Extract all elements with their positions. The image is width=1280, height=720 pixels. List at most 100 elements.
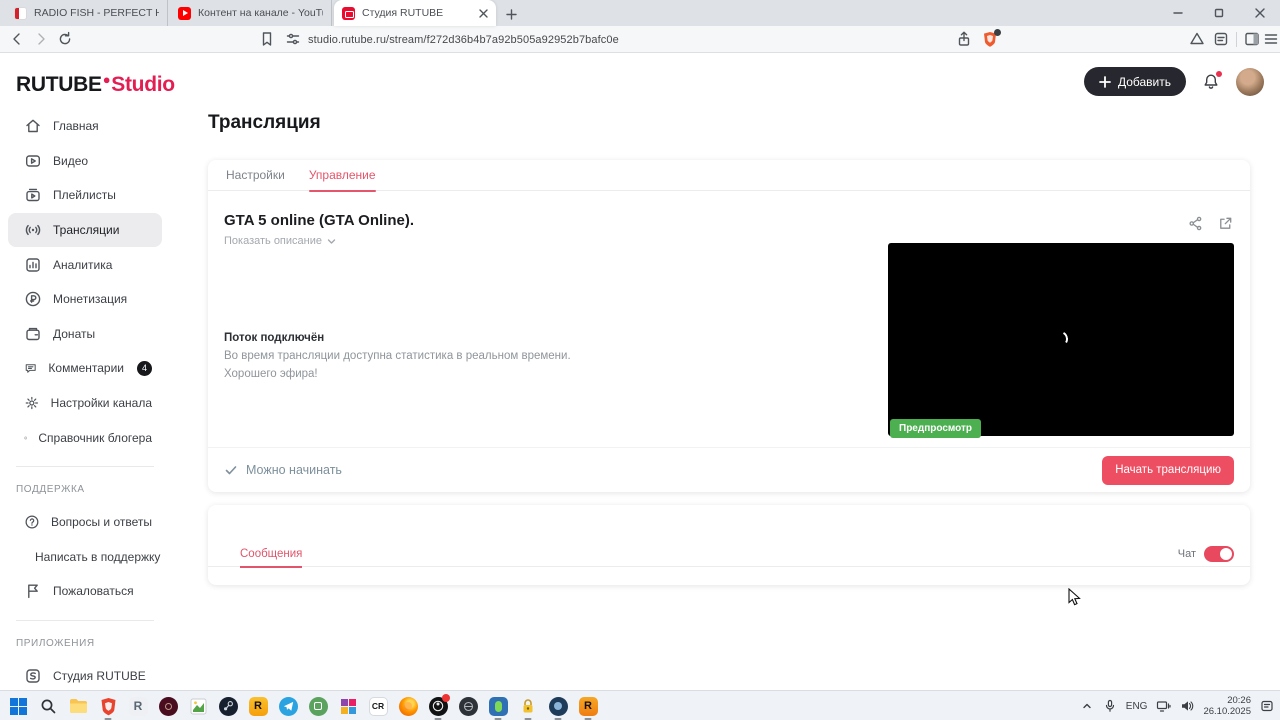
rockstar-alt-icon[interactable]: R [576,694,600,718]
photo-editor-icon[interactable] [186,694,210,718]
obs-studio-icon[interactable] [426,693,450,718]
bookmark-icon[interactable] [258,30,276,48]
sidebar-item-home[interactable]: Главная [8,109,162,144]
sidebar-toggle-icon[interactable] [1243,30,1261,48]
r-app-icon[interactable]: R [126,694,150,718]
loading-spinner-icon [1050,328,1070,349]
tab-close-icon[interactable] [479,8,488,18]
sidebar-item-donations[interactable]: Донаты [8,317,162,352]
messages-tabs-row: Сообщения Чат [208,541,1250,568]
mouse-app-icon[interactable] [486,694,510,718]
logo-accent: Studio [111,73,175,96]
language-indicator[interactable]: ENG [1126,701,1148,712]
tab-title: Студия RUTUBE [362,7,444,19]
green-app-icon[interactable] [306,694,330,718]
browser-tab-rutube-studio[interactable]: Студия RUTUBE [334,0,496,26]
radio-fish-favicon [14,6,27,20]
forward-icon[interactable] [32,30,50,48]
brave-browser-icon[interactable] [96,694,120,718]
stream-preview-player[interactable]: Предпросмотр [888,243,1234,438]
reload-icon[interactable] [56,30,74,48]
sidebar-item-report[interactable]: Пожаловаться [8,574,162,609]
share-stream-icon[interactable] [1187,215,1204,232]
studio-app-icon [26,669,40,683]
info-icon [24,436,28,440]
clock[interactable]: 20:26 26.10.2025 [1203,695,1251,718]
sidebar-item-playlists[interactable]: Плейлисты [8,178,162,213]
sidebar-item-comments[interactable]: Комментарии 4 [8,351,162,386]
chat-toggle[interactable] [1204,545,1234,562]
speaker-icon[interactable] [1180,699,1194,713]
tray-chevron-icon[interactable] [1080,699,1094,713]
game-app-icon[interactable] [336,694,360,718]
monetization-icon [25,291,41,307]
close-window-icon[interactable] [1239,0,1280,26]
sidebar-item-video[interactable]: Видео [8,144,162,179]
reading-list-icon[interactable] [1212,30,1230,48]
steam-alt-icon[interactable] [546,694,570,718]
tray-time: 20:26 [1227,694,1251,706]
sidebar-item-faq[interactable]: Вопросы и ответы [8,505,162,540]
sidebar-item-blogger-guide[interactable]: Справочник блогера [8,420,162,455]
taskbar-search-icon[interactable] [36,694,60,718]
messages-card: Сообщения Чат [208,505,1250,585]
minimize-icon[interactable] [1157,0,1198,26]
gear-icon [25,396,39,410]
cr-app-icon[interactable]: CR [366,694,390,718]
avatar[interactable] [1236,67,1264,96]
stream-card: Настройки Управление GTA 5 online (GTA O… [208,160,1250,492]
back-icon[interactable] [8,30,26,48]
show-description-toggle[interactable]: Показать описание [224,235,336,247]
toggle-knob [1220,547,1232,560]
video-icon [26,155,41,167]
menu-icon[interactable] [1262,30,1280,48]
open-external-icon[interactable] [1217,215,1234,232]
windows-start-icon[interactable] [6,694,30,718]
rockstar-games-icon[interactable]: R [246,694,270,718]
firefox-icon[interactable] [396,694,420,718]
browser-tab-youtube-studio[interactable]: Контент на канале - YouTube Studio [170,0,332,26]
url-bar[interactable]: studio.rutube.ru/stream/f272d36b4b7a92b5… [308,34,619,46]
sidebar-item-channel-settings[interactable]: Настройки канала [8,386,162,421]
share-icon[interactable] [955,30,973,48]
tab-management[interactable]: Управление [308,160,376,192]
notification-center-icon[interactable] [1260,699,1274,713]
add-button[interactable]: Добавить [1083,67,1186,96]
steam-icon[interactable] [216,694,240,718]
browser-tabstrip: RADIO FISH - PERFECT HUMAN (пе Контент н… [0,0,1280,26]
browser-tab-radio-fish[interactable]: RADIO FISH - PERFECT HUMAN (пе [6,0,168,26]
notifications-bell-icon[interactable] [1201,70,1222,92]
start-stream-button[interactable]: Начать трансляцию [1102,455,1234,485]
sidebar-item-contact-support[interactable]: Написать в поддержку [8,540,162,575]
sidebar-item-streams[interactable]: Трансляции [8,212,162,248]
toolbar-divider [1236,32,1237,47]
telegram-icon[interactable] [276,694,300,718]
taskbar: R R CR R ENG 20:26 26.10.2025 [0,690,1280,720]
preview-badge: Предпросмотр [890,419,982,438]
microphone-icon[interactable] [1103,699,1117,713]
stream-card-footer: Можно начинать Начать трансляцию [208,447,1250,492]
tab-title: Контент на канале - YouTube Studio [198,7,323,19]
new-tab-button[interactable] [500,3,522,25]
rutube-studio-logo[interactable]: RUTUBE●Studio [16,72,175,97]
flag-icon [28,584,38,599]
network-icon[interactable] [1156,699,1172,713]
question-icon [25,515,39,529]
tab-settings[interactable]: Настройки [226,160,285,191]
sidebar-item-studio-app[interactable]: Студия RUTUBE [8,659,162,694]
brave-rewards-icon[interactable] [1188,30,1206,48]
playlists-icon [26,189,40,202]
mouse-cursor [1068,588,1082,606]
tab-messages[interactable]: Сообщения [240,541,303,568]
tab-title: RADIO FISH - PERFECT HUMAN (пе [34,7,159,19]
restore-icon[interactable] [1198,0,1239,26]
brave-shield-icon[interactable] [982,29,1001,48]
file-explorer-icon[interactable] [66,694,90,718]
sidebar-item-analytics[interactable]: Аналитика [8,247,162,282]
vinyl-app-icon[interactable] [156,694,180,718]
lock-app-icon[interactable] [516,694,540,718]
dark-app-icon[interactable] [456,694,480,718]
system-tray: ENG 20:26 26.10.2025 [1080,691,1274,720]
sidebar-item-monetization[interactable]: Монетизация [8,282,162,317]
site-permissions-icon[interactable] [284,30,302,48]
